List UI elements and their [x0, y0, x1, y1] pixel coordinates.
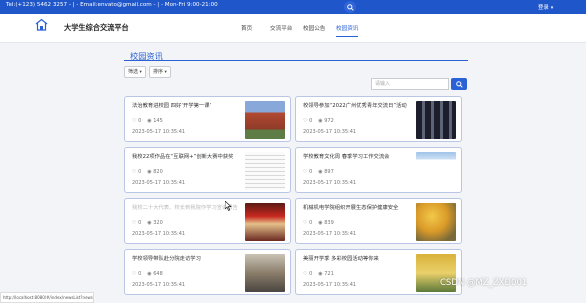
like-count: 0	[309, 169, 313, 175]
news-date: 2023-05-17 10:35:41	[303, 129, 357, 135]
like-icon: ♡ 0	[132, 220, 142, 226]
view-icon: ◉ 839	[318, 220, 334, 226]
news-card[interactable]: 我校22项作品在“互联网+”创新大赛中获奖 ♡ 0 ◉ 820 2023-05-1…	[124, 147, 291, 193]
view-icon: ◉ 721	[318, 271, 334, 277]
news-date: 2023-05-17 10:35:41	[303, 180, 357, 186]
filter-dropdown[interactable]: 筛选	[124, 66, 146, 78]
view-icon: ◉ 648	[147, 271, 163, 277]
sky-photo	[416, 152, 456, 190]
like-icon: ♡ 0	[132, 169, 142, 175]
news-date: 2023-05-17 10:35:41	[132, 282, 186, 288]
news-card[interactable]: 机械机电学院组织开展生态保护健康安全 ♡ 0 ◉ 839 2023-05-17 1…	[295, 198, 462, 244]
view-icon: ◉ 897	[318, 169, 334, 175]
conference-screen-photo	[416, 101, 456, 139]
nav-campus-news[interactable]: 校园资讯	[336, 24, 359, 37]
news-stats: ♡ 0 ◉ 897	[303, 169, 340, 175]
view-count: 839	[324, 220, 334, 226]
news-date: 2023-05-17 10:35:41	[303, 282, 357, 288]
view-count: 320	[153, 220, 163, 226]
view-count: 972	[324, 118, 334, 124]
like-count: 0	[138, 220, 142, 226]
news-stats: ♡ 0 ◉ 320	[132, 220, 169, 226]
news-title: 学校教育文化周 春季学习工作交流会	[303, 154, 390, 160]
news-date: 2023-05-17 10:35:41	[303, 231, 357, 237]
news-card[interactable]: 学校教育文化周 春季学习工作交流会 ♡ 0 ◉ 897 2023-05-17 10…	[295, 147, 462, 193]
like-count: 0	[309, 220, 313, 226]
like-count: 0	[138, 118, 142, 124]
news-title: 法治教育进校园 四好‘开学第一课’	[132, 103, 212, 109]
contact-info: Tel:(+123) 5462 3257 - | - Email:envato@…	[6, 2, 218, 8]
browser-status-url: http://localhost:8080/#/index/newsList?n…	[0, 292, 94, 303]
news-card[interactable]: 我校二十大代表、校长到我院作学习宣讲报告 ♡ 0 ◉ 320 2023-05-17…	[124, 198, 291, 244]
news-stats: ♡ 0 ◉ 145	[132, 118, 169, 124]
csdn-watermark: CSDN @MZ_ZXD001	[440, 278, 528, 288]
view-icon: ◉ 820	[147, 169, 163, 175]
title-divider	[124, 60, 468, 61]
site-header: 大学生综合交流平台 首页 交流平台 校园公告 校园资讯	[0, 14, 586, 43]
news-date: 2023-05-17 10:35:41	[132, 231, 186, 237]
like-icon: ♡ 0	[303, 169, 313, 175]
nav-exchange-platform[interactable]: 交流平台	[270, 24, 292, 32]
like-icon: ♡ 0	[303, 271, 313, 277]
news-title: 学校领导带队赴分院走访学习	[132, 256, 201, 262]
like-icon: ♡ 0	[132, 118, 142, 124]
home-logo-icon[interactable]	[35, 18, 48, 31]
news-stats: ♡ 0 ◉ 839	[303, 220, 340, 226]
autumn-trees-photo	[416, 203, 456, 241]
auditorium-photo	[245, 203, 285, 241]
news-card[interactable]: 学校领导带队赴分院走访学习 ♡ 0 ◉ 648 2023-05-17 10:35:…	[124, 249, 291, 295]
news-title: 校领导参加“2022广州优秀青年交流日”活动	[303, 103, 407, 109]
login-link[interactable]: 登录	[538, 3, 553, 11]
like-count: 0	[309, 118, 313, 124]
meeting-photo	[245, 254, 285, 292]
news-title: 我校22项作品在“互联网+”创新大赛中获奖	[132, 154, 234, 160]
view-icon: ◉ 145	[147, 118, 163, 124]
search-input[interactable]: 请输入	[371, 78, 449, 90]
news-stats: ♡ 0 ◉ 820	[132, 169, 169, 175]
nav-home[interactable]: 首页	[241, 24, 252, 32]
like-count: 0	[138, 271, 142, 277]
document-photo	[245, 152, 285, 190]
like-icon: ♡ 0	[132, 271, 142, 277]
search-icon	[455, 80, 463, 88]
view-count: 897	[324, 169, 334, 175]
top-info-bar: Tel:(+123) 5462 3257 - | - Email:envato@…	[0, 0, 586, 14]
top-search-icon[interactable]	[344, 1, 356, 13]
news-card[interactable]: 美丽开学季 多彩校园活动等你来 ♡ 0 ◉ 721 2023-05-17 10:3…	[295, 249, 462, 295]
sort-dropdown[interactable]: 排序	[149, 66, 171, 78]
news-card[interactable]: 校领导参加“2022广州优秀青年交流日”活动 ♡ 0 ◉ 972 2023-05-…	[295, 96, 462, 142]
view-icon: ◉ 972	[318, 118, 334, 124]
site-title: 大学生综合交流平台	[64, 23, 129, 32]
search-button[interactable]	[451, 78, 467, 90]
like-count: 0	[309, 271, 313, 277]
view-icon: ◉ 320	[147, 220, 163, 226]
news-date: 2023-05-17 10:35:41	[132, 129, 186, 135]
like-icon: ♡ 0	[303, 220, 313, 226]
like-count: 0	[138, 169, 142, 175]
nav-campus-announcements[interactable]: 校园公告	[303, 24, 325, 32]
mouse-cursor-icon	[225, 201, 232, 211]
view-count: 721	[324, 271, 334, 277]
news-title: 美丽开学季 多彩校园活动等你来	[303, 256, 379, 262]
campus-building-photo	[245, 101, 285, 139]
news-stats: ♡ 0 ◉ 648	[132, 271, 169, 277]
view-count: 820	[153, 169, 163, 175]
view-count: 145	[153, 118, 163, 124]
news-stats: ♡ 0 ◉ 972	[303, 118, 340, 124]
news-card[interactable]: 法治教育进校园 四好‘开学第一课’ ♡ 0 ◉ 145 2023-05-17 10…	[124, 96, 291, 142]
like-icon: ♡ 0	[303, 118, 313, 124]
news-title: 机械机电学院组织开展生态保护健康安全	[303, 205, 399, 211]
news-date: 2023-05-17 10:35:41	[132, 180, 186, 186]
view-count: 648	[153, 271, 163, 277]
news-stats: ♡ 0 ◉ 721	[303, 271, 340, 277]
